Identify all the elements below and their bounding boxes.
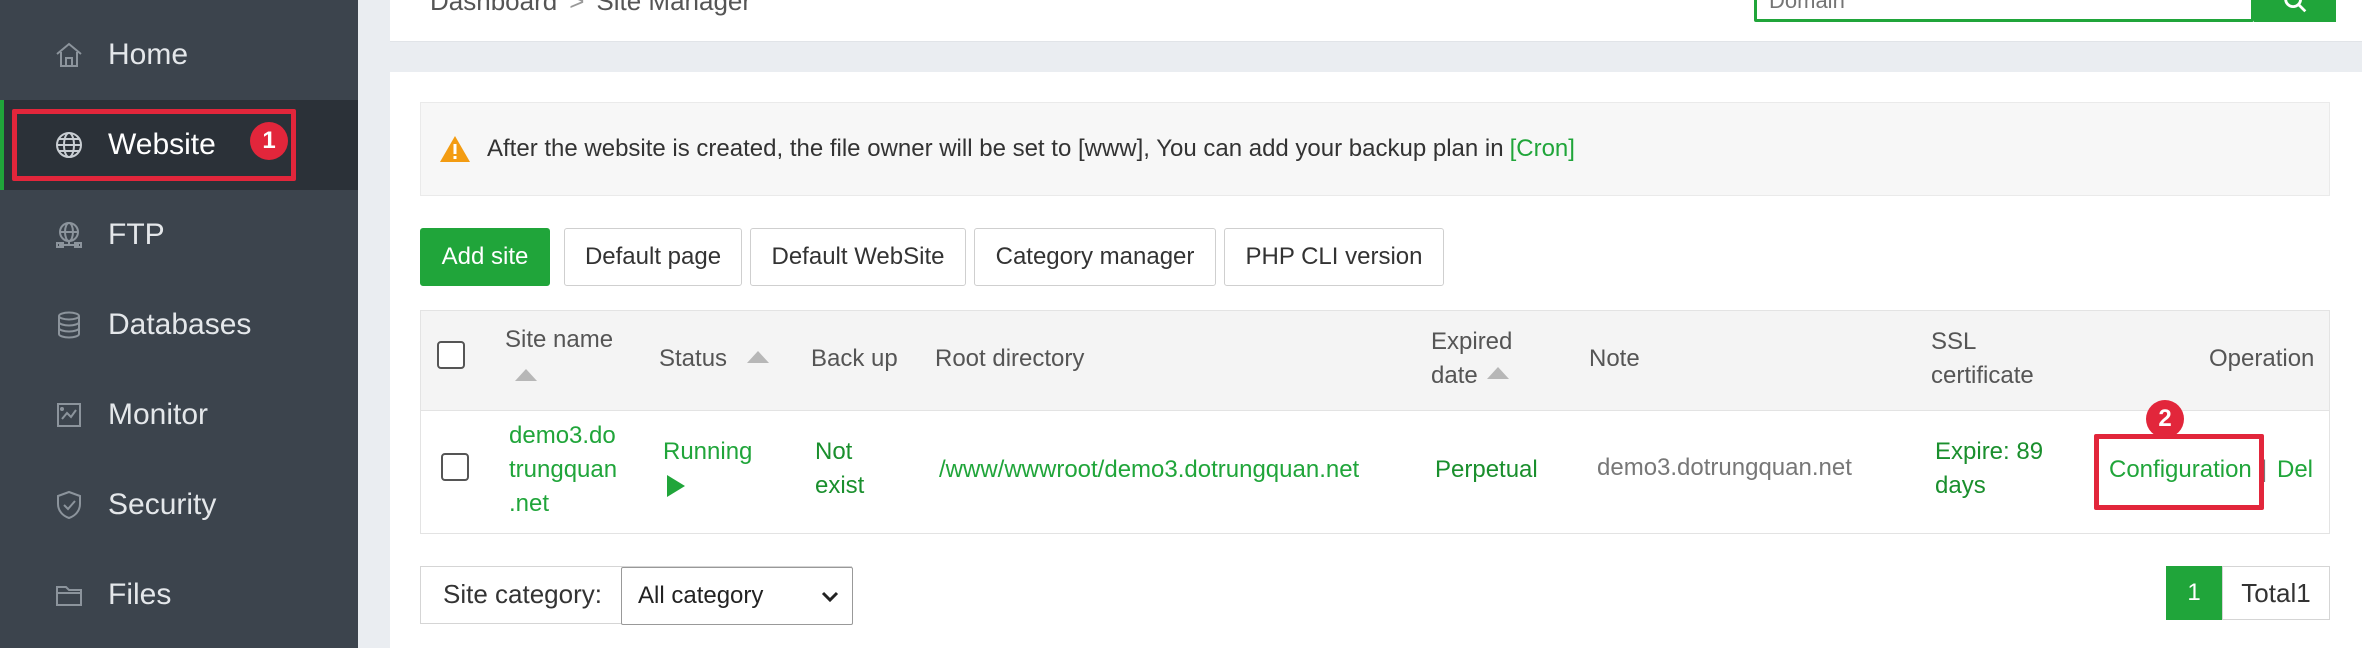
sort-arrow-icon[interactable] [1487, 367, 1509, 379]
select-all-checkbox[interactable] [437, 341, 465, 369]
search-button[interactable] [2254, 0, 2336, 22]
header-operation: Operation [2209, 345, 2315, 372]
header-note: Note [1589, 345, 1640, 372]
sidebar-item-files[interactable]: Files [0, 550, 358, 640]
breadcrumb-site-manager: Site Manager [596, 0, 752, 16]
breadcrumb-dashboard[interactable]: Dashboard [430, 0, 557, 16]
backup-status-l2[interactable]: exist [815, 469, 864, 503]
default-page-button[interactable]: Default page [564, 228, 742, 286]
notice-bar: After the website is created, the file o… [420, 102, 2330, 196]
header-expired-date-l1[interactable]: Expired [1431, 325, 1512, 359]
breadcrumb-separator: > [569, 0, 585, 16]
warning-icon [440, 136, 470, 162]
top-bar: Dashboard > Site Manager [390, 0, 2362, 42]
status-running[interactable]: Running [663, 435, 752, 469]
table-row: demo3.do trungquan .net Running Not exis… [421, 411, 2329, 533]
play-icon[interactable] [667, 475, 685, 497]
search-input[interactable] [1754, 0, 2254, 22]
sidebar-item-databases[interactable]: Databases [0, 280, 358, 370]
site-category-label: Site category: [443, 579, 602, 609]
pagination-total: Total1 [2222, 566, 2330, 620]
sort-arrow-icon[interactable] [747, 351, 769, 363]
header-expired-date-l2[interactable]: date [1431, 359, 1478, 393]
backup-status-l1[interactable]: Not [815, 435, 852, 469]
sidebar-item-label: Security [108, 488, 217, 521]
ssl-status-l1[interactable]: Expire: 89 [1935, 435, 2043, 469]
ssl-status-l2[interactable]: days [1935, 469, 1986, 503]
sidebar-item-label: FTP [108, 218, 165, 251]
site-category-select[interactable]: All category [621, 567, 853, 625]
database-icon [52, 308, 86, 342]
note-value[interactable]: demo3.dotrungquan.net [1597, 451, 1852, 485]
php-cli-version-button[interactable]: PHP CLI version [1224, 228, 1444, 286]
category-manager-button[interactable]: Category manager [974, 228, 1216, 286]
shield-icon [52, 488, 86, 522]
header-ssl-l2: certificate [1931, 362, 2034, 389]
root-directory-link[interactable]: /www/wwwroot/demo3.dotrungquan.net [939, 453, 1359, 487]
chevron-down-icon [821, 591, 839, 603]
site-name-link-l3[interactable]: .net [509, 487, 549, 521]
sidebar-item-label: Databases [108, 308, 252, 341]
sidebar-item-monitor[interactable]: Monitor [0, 370, 358, 460]
sort-arrow-icon[interactable] [515, 369, 537, 381]
search-icon [2284, 0, 2307, 13]
step-badge-2: 2 [2146, 400, 2184, 438]
step-badge-1: 1 [250, 122, 288, 160]
breadcrumb: Dashboard > Site Manager [430, 0, 751, 17]
header-backup: Back up [811, 345, 898, 372]
delete-link[interactable]: Del [2277, 453, 2313, 487]
table-header: Site name Status Back up Root directory … [421, 311, 2329, 411]
sidebar-item-label: Home [108, 38, 189, 71]
cron-link[interactable]: [Cron] [1510, 135, 1575, 163]
sidebar-item-security[interactable]: Security [0, 460, 358, 550]
active-indicator [0, 100, 4, 190]
sidebar-item-ftp[interactable]: FTP [0, 190, 358, 280]
sidebar-item-home[interactable]: Home [0, 10, 358, 100]
site-manager-panel: After the website is created, the file o… [390, 72, 2362, 648]
sidebar: Home Website FTP Databases Monitor Secur… [0, 0, 358, 648]
site-name-link-l2[interactable]: trungquan [509, 453, 617, 487]
notice-text: After the website is created, the file o… [487, 135, 1504, 162]
default-website-button[interactable]: Default WebSite [750, 228, 966, 286]
header-status[interactable]: Status [659, 342, 727, 376]
header-ssl-l1: SSL [1931, 328, 1977, 355]
row-checkbox[interactable] [441, 453, 469, 481]
sidebar-item-label: Monitor [108, 398, 209, 431]
highlight-box-configuration [2094, 434, 2264, 510]
expired-date-value[interactable]: Perpetual [1435, 453, 1538, 487]
ftp-icon [52, 218, 86, 252]
sidebar-item-label: Files [108, 578, 172, 611]
add-site-button[interactable]: Add site [420, 228, 550, 286]
header-site-name[interactable]: Site name [505, 323, 613, 357]
header-root-directory: Root directory [935, 345, 1085, 372]
folder-icon [52, 578, 86, 612]
home-icon [52, 38, 86, 72]
pagination-current-page[interactable]: 1 [2166, 566, 2222, 620]
monitor-icon [52, 398, 86, 432]
site-category-filter: Site category: All category [420, 566, 853, 625]
site-table: Site name Status Back up Root directory … [420, 310, 2330, 534]
site-name-link-l1[interactable]: demo3.do [509, 419, 616, 453]
site-category-value: All category [638, 582, 764, 609]
